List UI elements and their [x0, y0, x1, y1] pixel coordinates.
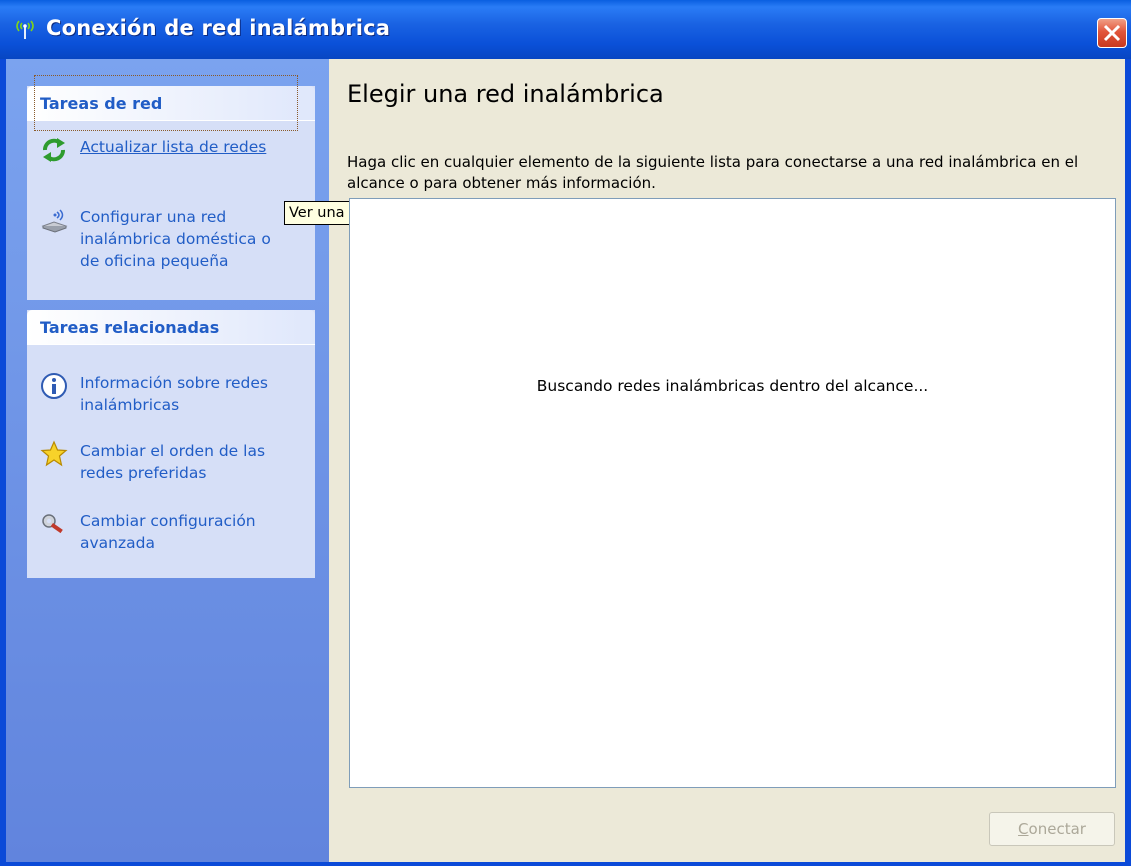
refresh-network-list-task[interactable]: Actualizar lista de redes — [40, 136, 305, 180]
close-icon — [1103, 24, 1121, 42]
wireless-network-list[interactable]: Buscando redes inalámbricas dentro del a… — [349, 198, 1116, 788]
wireless-setup-icon — [41, 209, 68, 233]
task-label: Configurar una red inalámbrica doméstica… — [80, 208, 271, 270]
window-title: Conexión de red inalámbrica — [46, 16, 391, 40]
advanced-settings-task[interactable]: Cambiar configuración avanzada — [40, 510, 305, 558]
wireless-antenna-icon — [16, 20, 34, 39]
task-sidebar: Tareas de red Actualizar lista de redes — [6, 59, 329, 862]
related-tasks-panel: Tareas relacionadas Información sobre re… — [27, 310, 315, 578]
keyboard-focus-rectangle — [34, 75, 298, 131]
wireless-info-task[interactable]: Información sobre redes inalámbricas — [40, 372, 305, 420]
close-button[interactable] — [1097, 18, 1127, 48]
settings-wrench-icon — [42, 514, 63, 534]
connect-button[interactable]: Conectar — [989, 812, 1115, 846]
instructions-text: Haga clic en cualquier elemento de la si… — [347, 153, 1079, 192]
wireless-connection-window: Conexión de red inalámbrica Tareas de re… — [0, 0, 1131, 866]
info-icon — [41, 373, 67, 399]
window-border-right — [1125, 59, 1131, 866]
refresh-icon — [43, 138, 65, 162]
title-bar[interactable]: Conexión de red inalámbrica — [0, 0, 1131, 59]
page-title: Elegir una red inalámbrica — [347, 80, 664, 108]
panel-title: Tareas relacionadas — [40, 318, 220, 337]
change-preferred-order-task[interactable]: Cambiar el orden de las redes preferidas — [40, 440, 305, 488]
task-label: Cambiar el orden de las redes preferidas — [80, 442, 266, 482]
task-label: Información sobre redes inalámbricas — [80, 374, 269, 414]
searching-status: Buscando redes inalámbricas dentro del a… — [536, 377, 929, 395]
task-label: Actualizar lista de redes — [80, 138, 267, 156]
star-icon — [40, 440, 68, 467]
task-label: Cambiar configuración avanzada — [80, 512, 256, 552]
related-tasks-header[interactable]: Tareas relacionadas — [27, 310, 315, 345]
setup-wireless-network-task[interactable]: Configurar una red inalámbrica doméstica… — [40, 206, 305, 278]
connect-accelerator: C — [1018, 820, 1029, 838]
window-border-bottom — [0, 862, 1131, 866]
connect-label: onectar — [1028, 820, 1086, 838]
